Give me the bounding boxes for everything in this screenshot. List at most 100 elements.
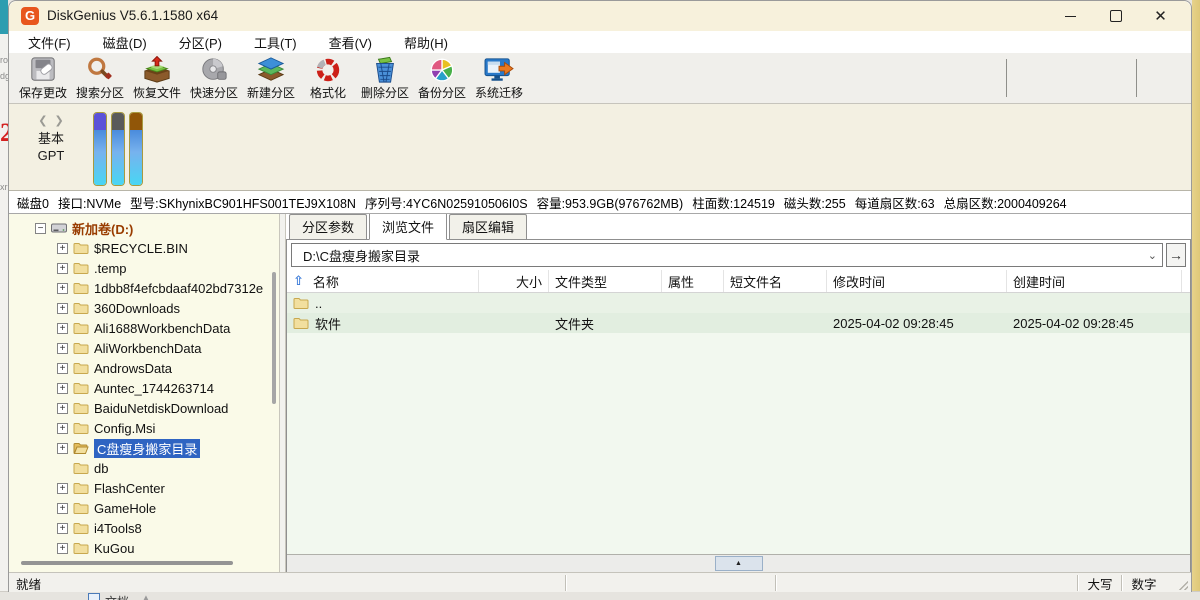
toolbar-button-search[interactable]: 搜索分区 <box>72 55 128 101</box>
expander-icon[interactable]: − <box>35 223 46 234</box>
background-window-bottom-sliver[interactable]: 文档▲ <box>0 591 1200 600</box>
sort-up-icon: ⇧ <box>293 273 304 289</box>
table-row[interactable]: 软件文件夹2025-04-02 09:28:452025-04-02 09:28… <box>287 313 1190 333</box>
disk-nav-arrows-icon[interactable]: ❮❯ <box>15 114 87 127</box>
tree-item[interactable]: + $RECYCLE.BIN <box>9 238 279 258</box>
toolbar-button-recover[interactable]: 恢复文件 <box>129 55 185 101</box>
tree-item[interactable]: − 新加卷(D:) <box>9 218 279 238</box>
expander-icon[interactable]: + <box>57 363 68 374</box>
expander-icon[interactable]: + <box>57 503 68 514</box>
toolbar-button-save[interactable]: 保存更改 <box>15 55 71 101</box>
cell-modified: 2025-04-02 09:28:45 <box>827 313 1007 333</box>
toolbar-button-label: 备份分区 <box>418 84 466 101</box>
expander-icon[interactable]: + <box>57 323 68 334</box>
chevron-down-icon[interactable]: ⌄ <box>1148 249 1157 262</box>
menu-item[interactable]: 查看(V) <box>320 31 381 54</box>
close-button[interactable]: ✕ <box>1138 1 1183 31</box>
expander-icon[interactable]: + <box>57 263 68 274</box>
column-header-label: 属性 <box>668 272 694 291</box>
tree-item[interactable]: + .temp <box>9 258 279 278</box>
minimize-button[interactable] <box>1048 1 1093 31</box>
table-header-row: ⇧名称大小文件类型属性 短文件名修改时间 创建时间 <box>287 270 1190 293</box>
file-list-empty-area <box>287 333 1190 554</box>
document-icon <box>88 593 100 600</box>
toolbar-button-format[interactable]: 格式化 <box>300 55 356 101</box>
collapse-panel-button[interactable]: ▲ <box>715 556 763 571</box>
expander-icon[interactable]: + <box>57 483 68 494</box>
partition-block-small[interactable] <box>93 112 107 186</box>
expander-icon[interactable]: + <box>57 303 68 314</box>
tree-item-icon <box>73 461 89 475</box>
menu-bar: 文件(F) 磁盘(D) 分区(P) 工具(T) 查看(V) 帮助(H) <box>9 31 1191 53</box>
tree-item[interactable]: + GameHole <box>9 498 279 518</box>
cell-attr <box>662 293 724 313</box>
tree-item[interactable]: + KuGou <box>9 538 279 556</box>
expander-icon[interactable]: + <box>57 523 68 534</box>
disk-nav[interactable]: ❮❯ 基本 GPT <box>15 114 87 164</box>
format-icon <box>311 55 345 84</box>
expander-icon[interactable]: + <box>57 243 68 254</box>
tree-item-icon <box>73 341 89 355</box>
column-header[interactable]: 修改时间 <box>827 270 1007 292</box>
column-header-label: 修改时间 <box>833 272 885 291</box>
disk-info-segment: 型号:SKhynixBC901HFS001TEJ9X108N <box>130 193 356 212</box>
tree-item[interactable]: + FlashCenter <box>9 478 279 498</box>
toolbar-button-migrate[interactable]: 系统迁移 <box>471 55 527 101</box>
partition-block-small[interactable] <box>111 112 125 186</box>
go-button[interactable]: → <box>1166 243 1186 267</box>
expander-icon[interactable]: + <box>57 403 68 414</box>
tree-vertical-scrollbar[interactable] <box>272 272 276 404</box>
toolbar-button-quick[interactable]: 快速分区 <box>186 55 242 101</box>
save-icon <box>26 55 60 84</box>
partition-graph-panel: ❮❯ 基本 GPT 本地磁盘(C:)NTFS223.1GB新加卷(D:)NTFS… <box>9 104 1191 191</box>
tab[interactable]: 扇区编辑 <box>449 214 527 239</box>
tree-item[interactable]: + 1dbb8f4efcbdaaf402bd7312e <box>9 278 279 298</box>
tab-active[interactable]: 浏览文件 <box>369 214 447 240</box>
tree-item-selected[interactable]: + C盘瘦身搬家目录 <box>9 438 279 458</box>
expander-icon[interactable]: + <box>57 543 68 554</box>
tree-item-label: 360Downloads <box>94 301 180 316</box>
tree-item[interactable]: + AndrowsData <box>9 358 279 378</box>
expander-icon[interactable]: + <box>57 423 68 434</box>
tree-item[interactable]: + 360Downloads <box>9 298 279 318</box>
menu-item[interactable]: 工具(T) <box>245 31 306 54</box>
expander-icon[interactable]: + <box>57 343 68 354</box>
toolbar-button-label: 快速分区 <box>190 84 238 101</box>
tree-item-icon <box>73 361 89 375</box>
column-header[interactable]: 属性 <box>662 270 724 292</box>
resize-grip[interactable] <box>1165 573 1191 592</box>
folder-tree-panel: − 新加卷(D:) + $RECYCLE.BIN + .temp + 1dbb8… <box>9 214 280 572</box>
table-rows: ..软件文件夹2025-04-02 09:28:452025-04-02 09:… <box>287 293 1190 333</box>
expander-icon[interactable]: + <box>57 383 68 394</box>
sort-triangle-icon: ▲ <box>142 593 150 600</box>
toolbar-button-new[interactable]: 新建分区 <box>243 55 299 101</box>
menu-item[interactable]: 分区(P) <box>170 31 231 54</box>
tree-item[interactable]: db <box>9 458 279 478</box>
tree-item[interactable]: + i4Tools8 <box>9 518 279 538</box>
partition-block-small[interactable] <box>129 112 143 186</box>
menu-item[interactable]: 磁盘(D) <box>94 31 156 54</box>
column-header[interactable]: 大小 <box>479 270 549 292</box>
tree-horizontal-scrollbar[interactable] <box>21 561 233 565</box>
table-row[interactable]: .. <box>287 293 1190 313</box>
column-header[interactable]: 短文件名 <box>724 270 827 292</box>
tab[interactable]: 分区参数 <box>289 214 367 239</box>
toolbar-button-delete[interactable]: 删除分区 <box>357 55 413 101</box>
expander-icon[interactable]: + <box>57 283 68 294</box>
toolbar-button-backup[interactable]: 备份分区 <box>414 55 470 101</box>
tree-item[interactable]: + Config.Msi <box>9 418 279 438</box>
tree-item[interactable]: + Auntec_1744263714 <box>9 378 279 398</box>
menu-item[interactable]: 文件(F) <box>19 31 80 54</box>
path-combobox[interactable]: D:\C盘瘦身搬家目录 ⌄ <box>291 243 1163 267</box>
menu-item[interactable]: 帮助(H) <box>395 31 457 54</box>
tree-item[interactable]: + Ali1688WorkbenchData <box>9 318 279 338</box>
column-header[interactable]: 文件类型 <box>549 270 662 292</box>
column-header[interactable]: 创建时间 <box>1007 270 1182 292</box>
column-header[interactable]: ⇧名称 <box>287 270 479 292</box>
tree-item[interactable]: + BaiduNetdiskDownload <box>9 398 279 418</box>
tree-item-label: BaiduNetdiskDownload <box>94 401 228 416</box>
tree-item[interactable]: + AliWorkbenchData <box>9 338 279 358</box>
disk-info-segment: 容量:953.9GB(976762MB) <box>537 193 684 212</box>
expander-icon[interactable]: + <box>57 443 68 454</box>
maximize-button[interactable] <box>1093 1 1138 31</box>
